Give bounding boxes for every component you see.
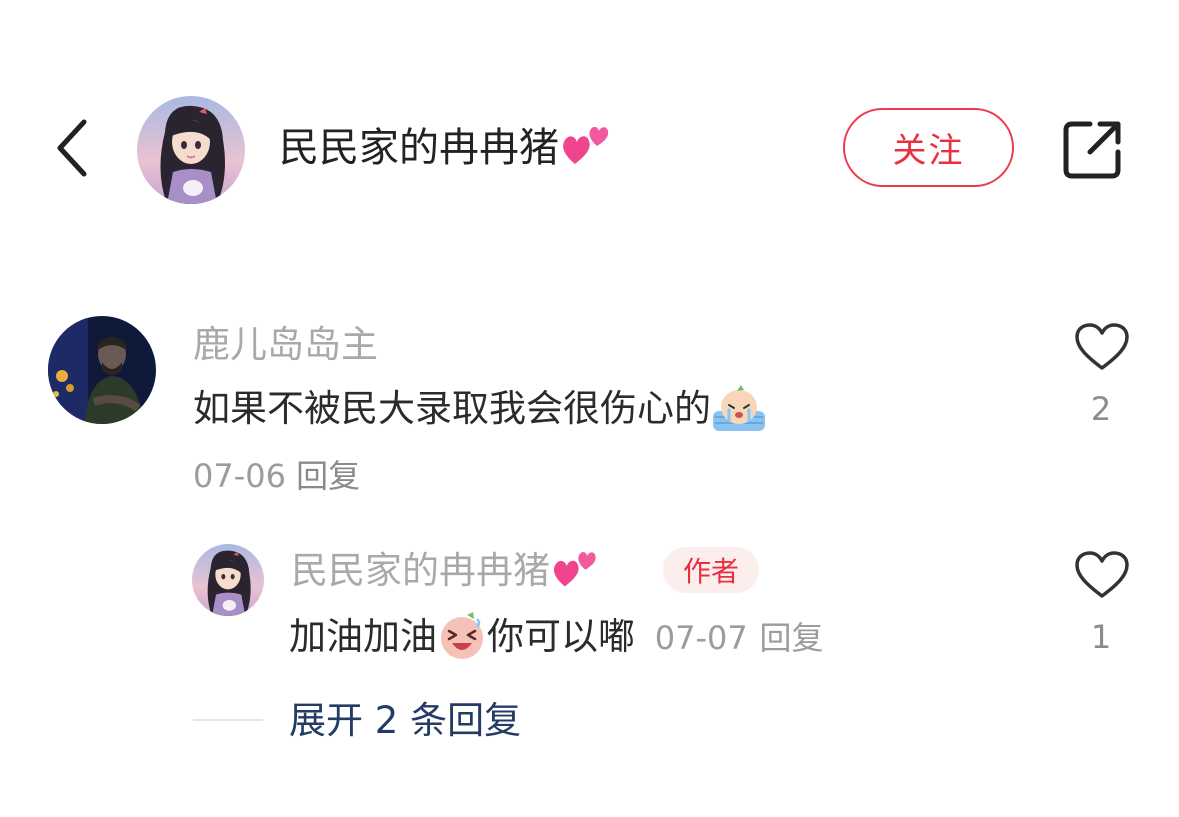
avatar-photo [48,316,156,424]
share-external-icon[interactable] [1060,118,1124,182]
two-hearts-icon [563,126,609,164]
two-hearts-icon [553,551,596,586]
reply-username-text: 民民家的冉冉猪 [291,549,550,592]
comment-text: 如果不被民大录取我会很伤心的 [193,382,767,436]
header-avatar[interactable] [137,96,245,204]
laughing-face-icon [441,611,483,659]
reply-body-end: 你可以嘟 [487,615,635,658]
username-text: 民民家的冉冉猪 [279,125,559,171]
comment-like-count: 2 [1090,390,1112,428]
back-chevron-icon[interactable] [52,116,92,180]
reply-date: 07-07 [654,619,748,657]
follow-button[interactable]: 关注 [843,108,1014,187]
reply-avatar[interactable] [192,544,264,616]
comment-reply-button[interactable]: 回复 [296,457,360,495]
comment-date: 07-06 [193,457,286,495]
avatar-illustration [137,96,245,204]
comment-meta: 07-06 回复 [193,452,360,500]
reply-username[interactable]: 民民家的冉冉猪 [291,544,602,598]
expand-divider [193,719,263,721]
commenter-username[interactable]: 鹿儿岛岛主 [193,320,378,370]
comment-like-heart-icon[interactable] [1074,322,1130,372]
reply-like-heart-icon[interactable] [1074,550,1130,600]
avatar-illustration [192,544,264,616]
author-badge: 作者 [663,547,759,593]
reply-text: 加油加油 你可以嘟 07-07 回复 [289,610,824,665]
reply-like-count: 1 [1090,618,1112,656]
reply-reply-button[interactable]: 回复 [760,619,824,657]
reply-body-start: 加油加油 [289,615,437,658]
header-username[interactable]: 民民家的冉冉猪 [279,118,615,178]
commenter-avatar[interactable] [48,316,156,424]
expand-replies-button[interactable]: 展开 2 条回复 [289,696,521,746]
comment-body: 如果不被民大录取我会很伤心的 [193,387,711,430]
crying-face-icon [713,384,765,431]
